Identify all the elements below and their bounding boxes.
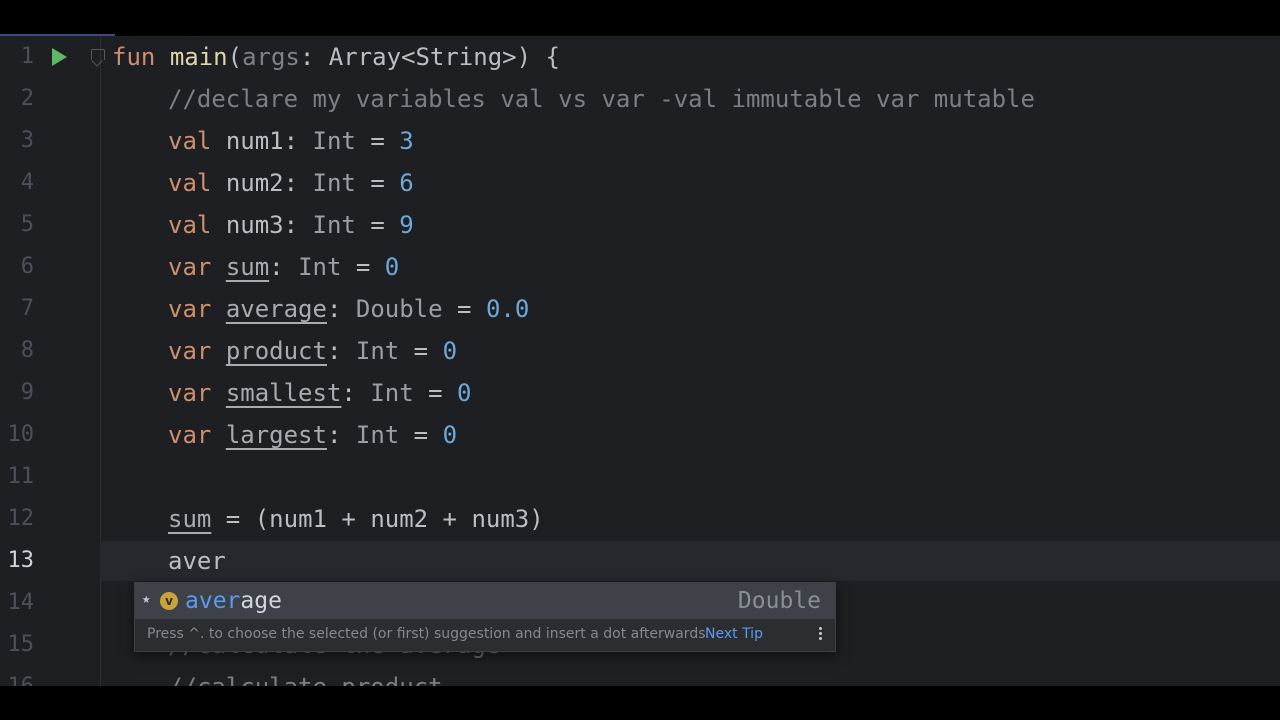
code-line[interactable]: 10 var largest: Int = 0 xyxy=(0,414,1280,456)
line-number: 3 xyxy=(20,128,34,153)
code-line[interactable]: 9 var smallest: Int = 0 xyxy=(0,372,1280,414)
param-type: Array<String> xyxy=(328,43,517,71)
completion-item-type: Double xyxy=(737,588,821,614)
code-text: var smallest: Int = 0 xyxy=(168,379,472,407)
code-text: val num3: Int = 9 xyxy=(168,211,414,239)
param-name: args xyxy=(242,43,300,71)
line-number: 4 xyxy=(20,170,34,195)
more-options-icon[interactable] xyxy=(819,627,823,642)
line-number: 11 xyxy=(7,464,35,489)
code-text: var product: Int = 0 xyxy=(168,337,458,365)
code-text: var largest: Int = 0 xyxy=(168,421,458,449)
line-number: 13 xyxy=(7,548,35,573)
code-line[interactable]: 6 var sum: Int = 0 xyxy=(0,246,1280,288)
code-text: val num1: Int = 3 xyxy=(168,127,414,155)
code-text: sum = (num1 + num2 + num3) xyxy=(168,505,544,533)
line-number: 1 xyxy=(20,44,34,69)
completion-popup[interactable]: ★ v average Double Press ^. to choose th… xyxy=(134,582,836,652)
next-tip-link[interactable]: Next Tip xyxy=(705,626,763,642)
code-text: //calculate product xyxy=(168,666,443,686)
bottom-bar xyxy=(0,686,1280,720)
code-line[interactable]: 8 var product: Int = 0 xyxy=(0,330,1280,372)
completion-item-name: average xyxy=(185,588,282,614)
top-bar xyxy=(0,0,1280,34)
code-text: var sum: Int = 0 xyxy=(168,253,400,281)
line-number: 8 xyxy=(20,338,34,363)
code-text: //declare my variables val vs var -val i… xyxy=(168,78,1035,120)
code-text: fun main(args: Array<String>) { xyxy=(112,43,560,71)
code-line[interactable]: 11 xyxy=(0,456,1280,498)
code-line[interactable]: 4 val num2: Int = 6 xyxy=(0,162,1280,204)
line-number: 5 xyxy=(20,212,34,237)
variable-icon: v xyxy=(160,592,178,610)
line-number: 12 xyxy=(7,506,35,531)
comment: //declare my variables val vs var -val i… xyxy=(168,85,1035,113)
code-line[interactable]: 1 fun main(args: Array<String>) { xyxy=(0,36,1280,78)
fold-icon[interactable] xyxy=(91,49,105,60)
code-text: var average: Double = 0.0 xyxy=(168,295,530,323)
completion-item[interactable]: ★ v average Double xyxy=(135,583,835,619)
line-number: 2 xyxy=(20,86,34,111)
line-number: 16 xyxy=(0,666,35,686)
code-text: val num2: Int = 6 xyxy=(168,169,414,197)
code-line[interactable]: 12 sum = (num1 + num2 + num3) xyxy=(0,498,1280,540)
code-text: aver xyxy=(168,547,226,575)
comment: //calculate product xyxy=(168,673,443,686)
code-line[interactable]: 16 //calculate product xyxy=(0,666,1280,686)
line-number: 15 xyxy=(7,632,35,657)
code-line-current[interactable]: 13 aver xyxy=(0,540,1280,582)
line-number: 14 xyxy=(7,590,35,615)
star-icon: ★ xyxy=(142,591,151,607)
function-name: main xyxy=(169,43,228,71)
code-line[interactable]: 3 val num1: Int = 3 xyxy=(0,120,1280,162)
line-number: 9 xyxy=(20,380,34,405)
code-line[interactable]: 2 //declare my variables val vs var -val… xyxy=(0,78,1280,120)
keyword: fun xyxy=(112,43,156,71)
code-line[interactable]: 7 var average: Double = 0.0 xyxy=(0,288,1280,330)
line-number: 7 xyxy=(20,296,34,321)
line-number: 10 xyxy=(7,422,35,447)
run-icon[interactable] xyxy=(52,48,67,66)
code-line[interactable]: 5 val num3: Int = 9 xyxy=(0,204,1280,246)
line-number: 6 xyxy=(20,254,34,279)
completion-hint: Press ^. to choose the selected (or firs… xyxy=(147,626,706,642)
